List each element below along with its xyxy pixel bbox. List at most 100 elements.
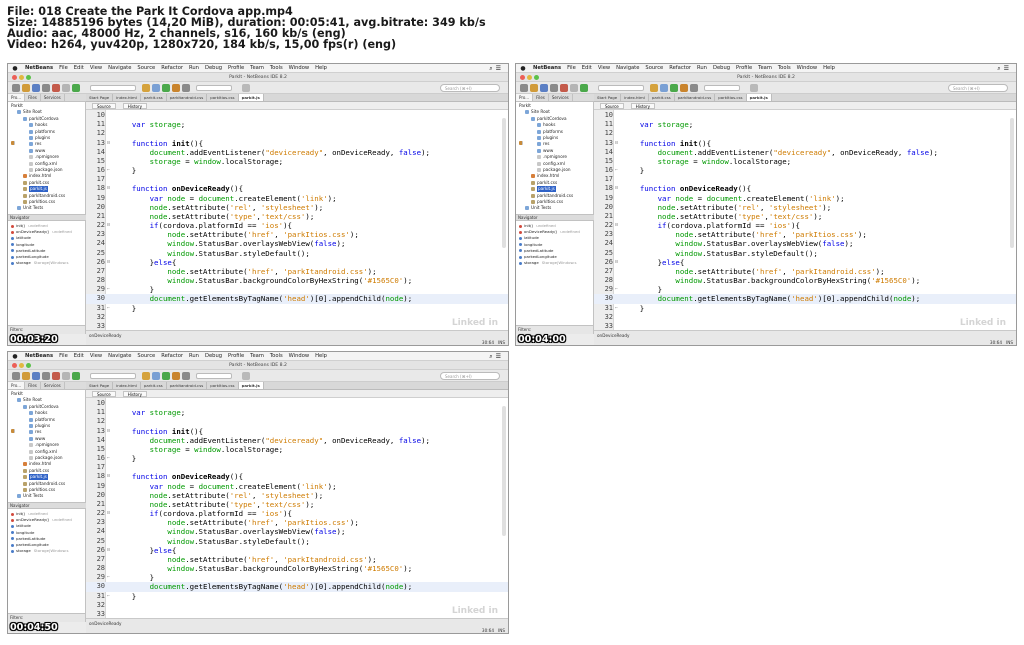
code-line[interactable]: 28 window.StatusBar.backgroundColorByHex… xyxy=(86,276,508,285)
menu-profile[interactable]: Profile xyxy=(225,352,247,361)
code-area[interactable]: 10 11 var storage; 12 13 ⊟ function init(){1… xyxy=(86,111,508,330)
minimize-window-icon[interactable] xyxy=(527,75,532,80)
navigator-item[interactable]: parkedLongitude xyxy=(11,254,52,260)
code-line[interactable]: 16 ⌐ } xyxy=(594,166,1016,175)
profile-icon[interactable] xyxy=(182,84,190,92)
debug-icon[interactable] xyxy=(172,372,180,380)
fold-icon[interactable]: ⊟ xyxy=(105,221,112,230)
code-line[interactable]: 22 ⊟ if(cordova.platformId == 'ios'){ xyxy=(594,221,1016,230)
open-project-icon[interactable] xyxy=(32,372,40,380)
config-combo[interactable] xyxy=(90,85,136,91)
code-line[interactable]: 10 xyxy=(594,111,1016,120)
menu-team[interactable]: Team xyxy=(247,64,267,73)
tab-pro[interactable]: Pro... xyxy=(8,382,26,389)
new-project-icon[interactable] xyxy=(22,372,30,380)
menu-debug[interactable]: Debug xyxy=(710,64,733,73)
tree-item[interactable]: parkit.js xyxy=(23,186,48,193)
menu-file[interactable]: File xyxy=(564,64,579,73)
menu-source[interactable]: Source xyxy=(134,64,158,73)
build-icon[interactable] xyxy=(650,84,658,92)
tree-item[interactable]: package.json xyxy=(29,455,63,461)
tree-item[interactable]: www xyxy=(29,148,45,154)
editor-tab[interactable]: parkItandroid.css xyxy=(675,94,716,101)
code-line[interactable]: 29 ⌐ } xyxy=(86,573,508,582)
editor-tab[interactable]: Start Page xyxy=(86,382,114,389)
navigator-item[interactable]: longitude xyxy=(11,530,37,536)
editor-mode-source[interactable]: Source xyxy=(92,103,116,109)
code-line[interactable]: 12 xyxy=(594,129,1016,138)
navigator-item[interactable]: parkedLatitude xyxy=(11,536,48,542)
code-line[interactable]: 30 document.getElementsByTagName('head')… xyxy=(594,294,1016,304)
code-line[interactable]: 21 node.setAttribute('type','text/css'); xyxy=(86,500,508,509)
tree-item[interactable]: package.json xyxy=(29,167,63,173)
undo-icon[interactable] xyxy=(52,372,60,380)
config-combo[interactable] xyxy=(90,373,136,379)
code-line[interactable]: 19 var node = document.createElement('li… xyxy=(594,194,1016,203)
fold-icon[interactable]: ⊟ xyxy=(613,258,620,267)
editor-tab[interactable]: parkit.js xyxy=(238,382,264,389)
code-line[interactable]: 15 storage = window.localStorage; xyxy=(86,445,508,454)
code-line[interactable]: 15 storage = window.localStorage; xyxy=(594,157,1016,166)
editor-tab[interactable]: parkItios.css xyxy=(207,382,239,389)
tree-item[interactable]: parkItios.css xyxy=(23,487,55,493)
tab-files[interactable]: Files xyxy=(533,94,549,101)
tree-item[interactable]: hooks xyxy=(537,122,555,128)
new-project-icon[interactable] xyxy=(530,84,538,92)
debug-icon[interactable] xyxy=(172,84,180,92)
code-line[interactable]: 13 ⊟ function init(){ xyxy=(86,139,508,148)
navigator-item[interactable]: latitude xyxy=(11,235,34,241)
tree-item[interactable]: parkit.css xyxy=(23,180,49,186)
redo-icon[interactable] xyxy=(62,372,70,380)
editor-tab[interactable]: parkit.css xyxy=(141,382,167,389)
menu-view[interactable]: View xyxy=(595,64,613,73)
code-line[interactable]: 26 ⊟ }else{ xyxy=(594,258,1016,267)
editor-tab[interactable]: index.html xyxy=(113,382,141,389)
run-icon[interactable] xyxy=(580,84,588,92)
code-line[interactable]: 16 ⌐ } xyxy=(86,166,508,175)
tab-files[interactable]: Files xyxy=(25,382,41,389)
code-line[interactable]: 17 xyxy=(86,175,508,184)
code-line[interactable]: 24 window.StatusBar.overlaysWebView(fals… xyxy=(86,239,508,248)
save-all-icon[interactable] xyxy=(550,84,558,92)
tree-item[interactable]: parkit.js xyxy=(531,186,556,193)
breadcrumb[interactable]: onDeviceReady xyxy=(89,333,122,338)
code-line[interactable]: 14 document.addEventListener("deviceread… xyxy=(86,148,508,157)
tree-item[interactable]: hooks xyxy=(29,410,47,416)
editor-mode-history[interactable]: History xyxy=(630,103,655,109)
code-area[interactable]: 10 11 var storage; 12 13 ⊟ function init(){1… xyxy=(86,399,508,618)
minimize-window-icon[interactable] xyxy=(19,75,24,80)
navigator-item[interactable]: onDeviceReady() undefined xyxy=(11,517,72,523)
run-project-icon[interactable] xyxy=(162,84,170,92)
editor-tab[interactable]: index.html xyxy=(113,94,141,101)
menubar-status-icons[interactable]: ⌕☰ xyxy=(489,352,508,361)
code-line[interactable]: 10 xyxy=(86,399,508,408)
editor-tab[interactable]: parkItandroid.css xyxy=(167,382,208,389)
menu-help[interactable]: Help xyxy=(820,64,838,73)
code-line[interactable]: 12 xyxy=(86,129,508,138)
navigator-item[interactable]: parkedLatitude xyxy=(519,248,556,254)
code-line[interactable]: 25 window.StatusBar.styleDefault(); xyxy=(86,537,508,546)
navigator-item[interactable]: longitude xyxy=(11,242,37,248)
navigator-item[interactable]: latitude xyxy=(11,523,34,529)
tree-item[interactable]: Unit Tests xyxy=(525,205,551,211)
menu-netbeans[interactable]: NetBeans xyxy=(530,64,564,73)
code-line[interactable]: 18 ⊟ function onDeviceReady(){ xyxy=(594,184,1016,193)
browser-combo[interactable] xyxy=(196,85,232,91)
code-line[interactable]: 24 window.StatusBar.overlaysWebView(fals… xyxy=(594,239,1016,248)
code-line[interactable]: 29 ⌐ } xyxy=(594,285,1016,294)
fold-icon[interactable]: ⊟ xyxy=(105,258,112,267)
navigator-item[interactable]: parkedLongitude xyxy=(11,542,52,548)
menu-window[interactable]: Window xyxy=(286,352,312,361)
code-line[interactable]: 19 var node = document.createElement('li… xyxy=(86,194,508,203)
code-line[interactable]: 25 window.StatusBar.styleDefault(); xyxy=(86,249,508,258)
tab-pro[interactable]: Pro... xyxy=(516,94,534,101)
editor-scrollbar[interactable] xyxy=(502,406,506,536)
open-project-icon[interactable] xyxy=(32,84,40,92)
tree-item[interactable]: ParkIt xyxy=(519,103,531,145)
tree-item[interactable]: config.xml xyxy=(29,449,57,455)
code-line[interactable]: 27 node.setAttribute('href', 'parkItandr… xyxy=(594,267,1016,276)
fold-icon[interactable]: ⊟ xyxy=(105,427,112,436)
tree-item[interactable]: res xyxy=(537,141,549,147)
profile-icon[interactable] xyxy=(690,84,698,92)
menu-navigate[interactable]: Navigate xyxy=(105,352,134,361)
